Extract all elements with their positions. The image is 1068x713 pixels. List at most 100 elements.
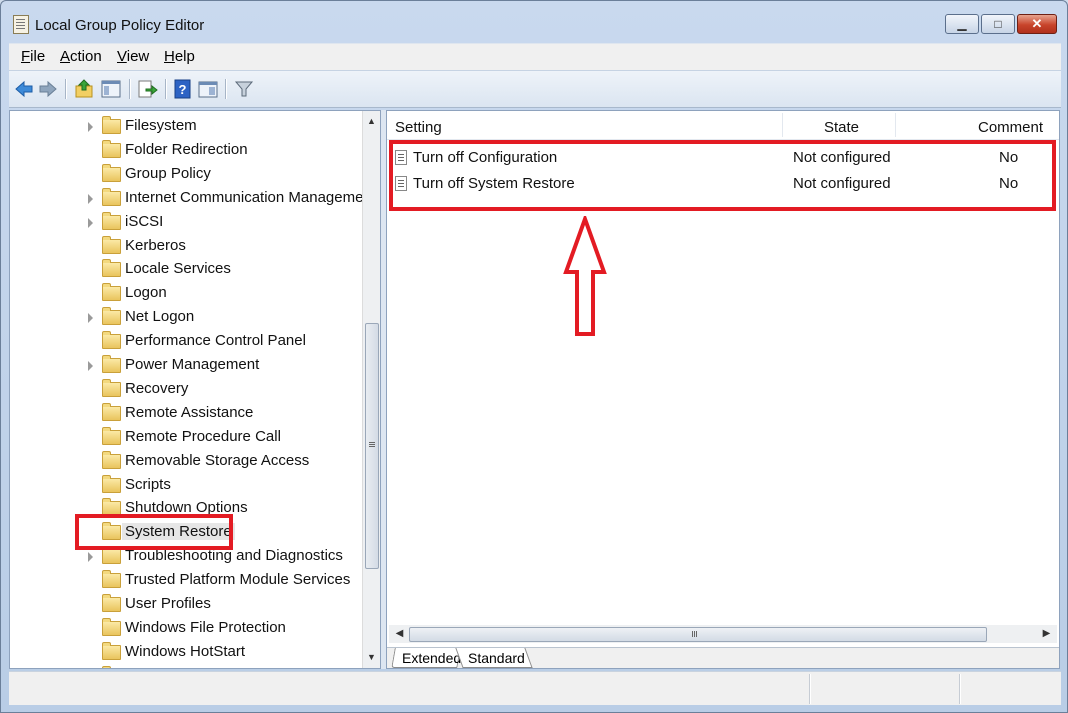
tree-item-label: Scripts [125,475,171,493]
properties-icon[interactable] [197,78,219,100]
folder-icon [102,139,121,158]
tree-item[interactable]: Trusted Platform Module Services [10,569,365,593]
tree-item[interactable]: System Restore [10,521,365,545]
tree-item[interactable]: Troubleshooting and Diagnostics [10,545,365,569]
folder-icon [102,259,121,278]
folder-icon [102,402,121,421]
folder-icon [102,116,121,134]
tree-item[interactable]: Power Management [10,354,365,378]
tree-item-label: Remote Assistance [125,403,254,421]
tree-item[interactable]: Scripts [10,474,365,498]
tree-item-label: Folder Redirection [125,140,248,158]
tree-item-label: Filesystem [125,117,197,134]
tree-item[interactable]: Windows File Protection [10,617,365,641]
forward-arrow-icon[interactable] [37,78,59,100]
column-header-comment[interactable]: Comment [978,119,1043,136]
list-horizontal-scrollbar[interactable]: ◀ ▶ [389,625,1057,643]
setting-comment: No [999,175,1019,192]
title-bar[interactable]: Local Group Policy Editor ▁ □ ✕ [1,1,1067,41]
tab-extended[interactable]: Extended [391,648,461,668]
menu-action[interactable]: Action [60,48,102,65]
scroll-left-icon[interactable]: ◀ [391,625,408,643]
folder-icon [102,163,121,182]
up-folder-icon[interactable] [73,78,95,100]
back-arrow-icon[interactable] [13,78,35,100]
tree-item[interactable]: Shutdown Options [10,497,365,521]
tree-item-label: Performance Control Panel [125,332,306,350]
tree-item-label: Internet Communication Management [125,188,376,206]
tree-item[interactable]: Performance Control Panel [10,330,365,354]
filter-icon[interactable] [233,78,255,100]
tree-item-label: Locale Services [125,260,231,278]
tree-item[interactable]: iSCSI [10,211,365,235]
tree-vertical-scrollbar[interactable]: ▲ ▼ [362,111,380,668]
expand-arrow-icon[interactable] [88,193,93,204]
show-hide-tree-icon[interactable] [100,78,122,100]
folder-icon [102,307,121,326]
tree-item[interactable]: Remote Assistance [10,402,365,426]
scroll-thumb[interactable] [409,627,987,642]
svg-text:?: ? [179,82,187,97]
column-header-state[interactable]: State [824,119,859,136]
tree-item[interactable]: Locale Services [10,258,365,282]
tree-item[interactable]: Remote Procedure Call [10,426,365,450]
tree-item-label: Trusted Platform Module Services [125,571,351,589]
menu-view[interactable]: View [117,48,149,65]
tree-item[interactable]: Filesystem [10,115,365,139]
folder-icon [102,378,121,397]
caption-buttons: ▁ □ ✕ [943,14,1057,34]
grip-icon [369,442,375,443]
tree-item-label: Recovery [125,379,189,397]
policy-setting-icon [395,150,407,165]
expand-arrow-icon[interactable] [88,313,93,324]
folder-icon [102,570,121,589]
tree-pane: Filesystem Folder Redirection Group Policy… [9,110,381,669]
tree-item[interactable]: Net Logon [10,306,365,330]
tree-item[interactable]: User Profiles [10,593,365,617]
tree-item[interactable]: Windows HotStart [10,641,365,665]
tree-item[interactable]: Group Policy [10,163,365,187]
tab-standard[interactable]: Standard [455,648,533,668]
minimize-button[interactable]: ▁ [945,14,979,34]
tree-item[interactable]: Folder Redirection [10,139,365,163]
menu-bar: File Action View Help [9,43,1061,70]
folder-icon [102,187,121,206]
expand-arrow-icon[interactable] [88,361,93,371]
list-header: Setting State Comment [387,111,1059,140]
menu-file[interactable]: File [21,48,45,65]
scroll-right-icon[interactable]: ▶ [1038,625,1055,643]
tree-item-label: Windows File Protection [125,618,286,636]
tree-item-label: Power Management [125,356,260,373]
folder-icon [102,331,121,350]
column-divider[interactable] [895,113,896,137]
export-list-icon[interactable] [136,78,158,100]
tree-item[interactable]: Kerberos [10,235,365,259]
tree-item-label: iSCSI [125,212,164,230]
expand-arrow-icon[interactable] [88,217,93,228]
folder-icon [102,474,121,493]
help-icon[interactable]: ? [172,78,194,100]
menu-help[interactable]: Help [164,48,195,65]
setting-state: Not configured [793,149,891,166]
up-arrow-annotation-icon [563,216,607,336]
tree-item[interactable]: Recovery [10,378,365,402]
scroll-up-icon[interactable]: ▲ [363,113,380,130]
folder-icon [102,355,121,373]
tree-item[interactable]: Logon [10,282,365,306]
maximize-button[interactable]: □ [981,14,1015,34]
tree-item[interactable]: Internet Communication Management [10,187,376,211]
scroll-down-icon[interactable]: ▼ [363,649,380,666]
column-divider[interactable] [782,113,783,137]
close-button[interactable]: ✕ [1017,14,1057,34]
scroll-thumb[interactable] [365,323,379,569]
tree-item[interactable]: Windows Time Service [10,665,365,668]
expand-arrow-icon[interactable] [88,122,93,132]
tree-item-label: System Restore [122,523,235,541]
expand-arrow-icon[interactable] [88,552,93,563]
tree-item[interactable]: Removable Storage Access [10,450,365,474]
setting-row[interactable]: Turn off Configuration Not configured No [387,145,1059,171]
setting-row[interactable]: Turn off System Restore Not configured N… [387,171,1059,197]
tree-item-label: Kerberos [125,236,186,254]
column-header-setting[interactable]: Setting [395,119,442,136]
tree-item-label: Logon [125,284,167,302]
